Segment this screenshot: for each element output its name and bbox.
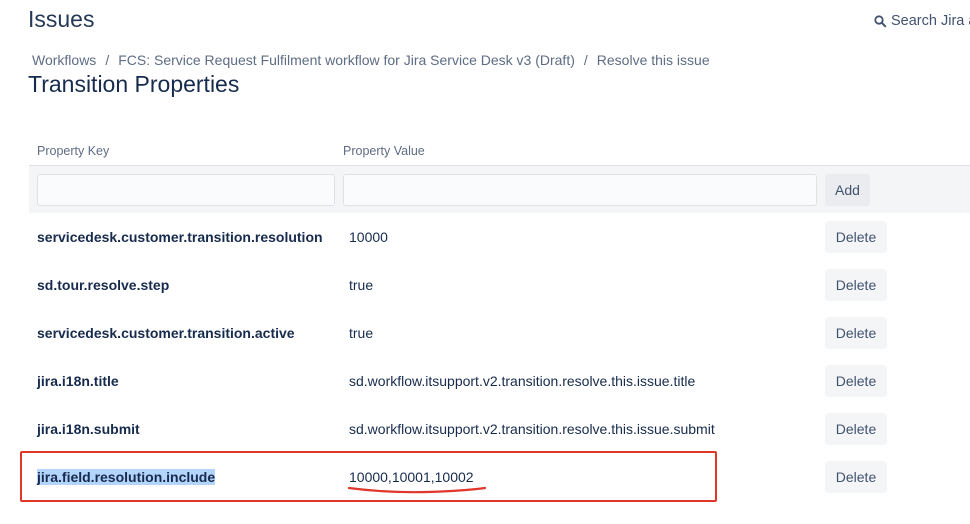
property-value: sd.workflow.itsupport.v2.transition.reso…	[349, 373, 696, 389]
table-row: servicedesk.customer.transition.active t…	[29, 309, 970, 357]
table-header: Property Key Property Value	[29, 140, 970, 165]
add-button[interactable]: Add	[825, 174, 870, 206]
property-value: 10000,10001,10002	[349, 469, 474, 485]
table-row: servicedesk.customer.transition.resoluti…	[29, 213, 970, 261]
property-value: true	[349, 277, 374, 293]
property-key: servicedesk.customer.transition.active	[37, 325, 295, 341]
search-icon	[874, 14, 887, 28]
property-value: sd.workflow.itsupport.v2.transition.reso…	[349, 421, 715, 437]
delete-button[interactable]: Delete	[825, 221, 887, 253]
breadcrumb-transition[interactable]: Resolve this issue	[597, 52, 710, 68]
property-value: true	[349, 325, 374, 341]
breadcrumb-workflows[interactable]: Workflows	[32, 52, 96, 68]
search-link[interactable]: Search Jira a	[874, 13, 970, 29]
table-row: sd.tour.resolve.step true Delete	[29, 261, 970, 309]
breadcrumb-separator: /	[105, 52, 110, 68]
add-property-row: Add	[29, 165, 970, 213]
page-title: Transition Properties	[28, 71, 240, 97]
table-row: jira.i18n.submit sd.workflow.itsupport.v…	[29, 405, 970, 453]
delete-button[interactable]: Delete	[825, 413, 887, 445]
table-row: jira.field.resolution.include 10000,1000…	[29, 453, 970, 501]
property-value-input[interactable]	[343, 174, 817, 206]
delete-button[interactable]: Delete	[825, 317, 887, 349]
breadcrumb-workflow-name[interactable]: FCS: Service Request Fulfilment workflow…	[118, 52, 575, 68]
search-label: Search Jira a	[891, 13, 970, 29]
property-key: sd.tour.resolve.step	[37, 277, 170, 293]
delete-button[interactable]: Delete	[825, 365, 887, 397]
page-header-title: Issues	[28, 6, 95, 32]
property-value: 10000	[349, 229, 388, 245]
property-key: jira.i18n.title	[37, 373, 119, 389]
property-key: jira.i18n.submit	[37, 421, 140, 437]
column-header-value: Property Value	[343, 144, 425, 158]
property-key-input[interactable]	[37, 174, 335, 206]
delete-button[interactable]: Delete	[825, 269, 887, 301]
breadcrumb-separator: /	[583, 52, 588, 68]
property-key-selected: jira.field.resolution.include	[37, 469, 216, 485]
breadcrumb: Workflows / FCS: Service Request Fulfilm…	[32, 52, 710, 68]
property-key: servicedesk.customer.transition.resoluti…	[37, 229, 323, 245]
properties-table: Property Key Property Value Add serviced…	[29, 140, 970, 501]
delete-button[interactable]: Delete	[825, 461, 887, 493]
table-row: jira.i18n.title sd.workflow.itsupport.v2…	[29, 357, 970, 405]
column-header-key: Property Key	[37, 144, 110, 158]
